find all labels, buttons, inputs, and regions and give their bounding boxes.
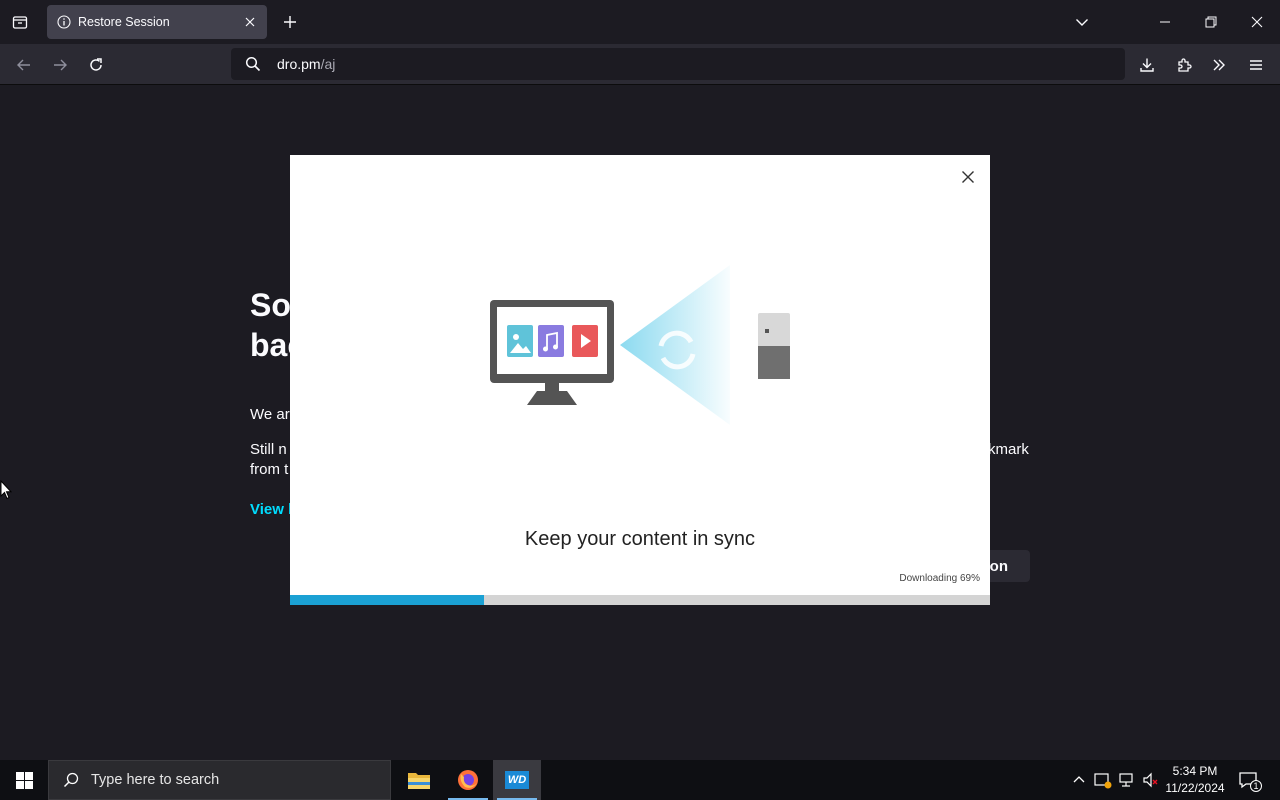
taskbar-wd-app[interactable]: WD xyxy=(493,760,541,800)
arrow-left-icon xyxy=(17,59,30,71)
mouse-cursor-icon xyxy=(0,480,12,500)
list-all-tabs-button[interactable] xyxy=(1068,8,1096,36)
more-tools-button[interactable] xyxy=(1204,50,1234,80)
arrow-right-icon xyxy=(54,59,67,71)
video-file-icon xyxy=(572,325,598,357)
restore-button[interactable] xyxy=(1197,8,1225,36)
security-warning-icon xyxy=(1094,773,1112,789)
taskbar-file-explorer[interactable] xyxy=(395,760,443,800)
sync-beam xyxy=(620,265,730,425)
clock-date: 11/22/2024 xyxy=(1165,781,1225,795)
close-icon xyxy=(245,17,255,27)
chevron-up-icon xyxy=(1073,776,1085,783)
network-icon xyxy=(1119,773,1133,787)
back-button[interactable] xyxy=(9,50,39,80)
dialog-close-button[interactable] xyxy=(956,165,980,189)
taskbar: Type here to search WD 5:34 PM 11/22/202… xyxy=(0,760,1280,800)
installer-dialog: Keep your content in sync Downloading 69… xyxy=(290,155,990,605)
sync-illustration xyxy=(490,265,790,425)
firefox-view-button[interactable] xyxy=(8,10,32,34)
download-status: Downloading 69% xyxy=(899,573,980,584)
tab-close-button[interactable] xyxy=(237,9,263,35)
plus-icon xyxy=(284,16,296,28)
downloads-button[interactable] xyxy=(1132,50,1162,80)
wd-icon: WD xyxy=(505,771,529,789)
image-file-icon xyxy=(507,325,533,357)
download-icon xyxy=(1140,58,1154,72)
page-paragraph-1: We ar xyxy=(250,406,290,423)
file-explorer-icon xyxy=(408,773,430,789)
action-center-button[interactable]: 1 xyxy=(1238,770,1262,792)
taskbar-clock[interactable]: 5:34 PM 11/22/2024 xyxy=(1162,763,1228,797)
new-tab-button[interactable] xyxy=(278,10,302,34)
restore-session-button-label: on xyxy=(989,557,1008,575)
taskbar-search-box[interactable]: Type here to search xyxy=(48,760,391,800)
page-paragraph-2-right: kmark xyxy=(988,441,1029,458)
tab-title: Restore Session xyxy=(78,15,170,29)
external-drive-icon xyxy=(758,313,790,379)
search-icon xyxy=(239,56,267,72)
volume-muted-icon xyxy=(1143,772,1158,788)
nav-toolbar: dro.pm/aj xyxy=(0,44,1280,85)
extensions-button[interactable] xyxy=(1169,50,1199,80)
tray-volume-icon[interactable] xyxy=(1141,770,1161,790)
url-path: /aj xyxy=(320,56,336,72)
firefox-icon xyxy=(458,770,478,790)
chevron-down-icon xyxy=(1076,19,1088,26)
tab-restore-session[interactable]: Restore Session xyxy=(47,5,267,39)
taskbar-firefox[interactable] xyxy=(444,760,492,800)
puzzle-icon xyxy=(1178,58,1192,72)
tray-network-icon[interactable] xyxy=(1117,770,1137,790)
wd-icon-label: WD xyxy=(507,774,527,786)
taskbar-search-placeholder: Type here to search xyxy=(91,772,220,788)
windows-logo-icon xyxy=(15,771,33,789)
start-button[interactable] xyxy=(0,760,48,800)
forward-button[interactable] xyxy=(45,50,75,80)
reload-button[interactable] xyxy=(81,50,111,80)
minimize-icon xyxy=(1160,21,1170,23)
restore-icon xyxy=(1205,16,1217,28)
url-bar[interactable]: dro.pm/aj xyxy=(231,48,1125,80)
double-chevron-right-icon xyxy=(1213,59,1225,71)
notification-count: 1 xyxy=(1250,780,1262,792)
info-icon xyxy=(57,15,71,29)
show-hidden-icons-button[interactable] xyxy=(1069,770,1089,790)
clock-time: 5:34 PM xyxy=(1172,764,1218,778)
app-menu-button[interactable] xyxy=(1241,50,1271,80)
close-icon xyxy=(962,171,974,183)
download-progress-bar xyxy=(290,595,990,605)
download-progress-fill xyxy=(290,595,484,605)
search-icon xyxy=(63,772,79,788)
firefox-view-icon xyxy=(12,16,28,29)
url-host: dro.pm xyxy=(277,56,321,72)
close-icon xyxy=(1251,16,1263,28)
reload-icon xyxy=(90,58,102,71)
page-paragraph-2-line2: from t xyxy=(250,461,289,478)
minimize-button[interactable] xyxy=(1151,8,1179,36)
hamburger-icon xyxy=(1250,60,1262,70)
tab-strip: Restore Session xyxy=(0,0,1280,44)
dialog-caption: Keep your content in sync xyxy=(524,528,756,550)
view-link[interactable]: View l xyxy=(250,501,292,518)
page-paragraph-2-line1: Still n xyxy=(250,441,287,458)
tray-security-icon[interactable] xyxy=(1093,770,1113,790)
close-window-button[interactable] xyxy=(1243,8,1271,36)
url-text[interactable]: dro.pm/aj xyxy=(277,56,335,72)
music-file-icon xyxy=(538,325,564,357)
